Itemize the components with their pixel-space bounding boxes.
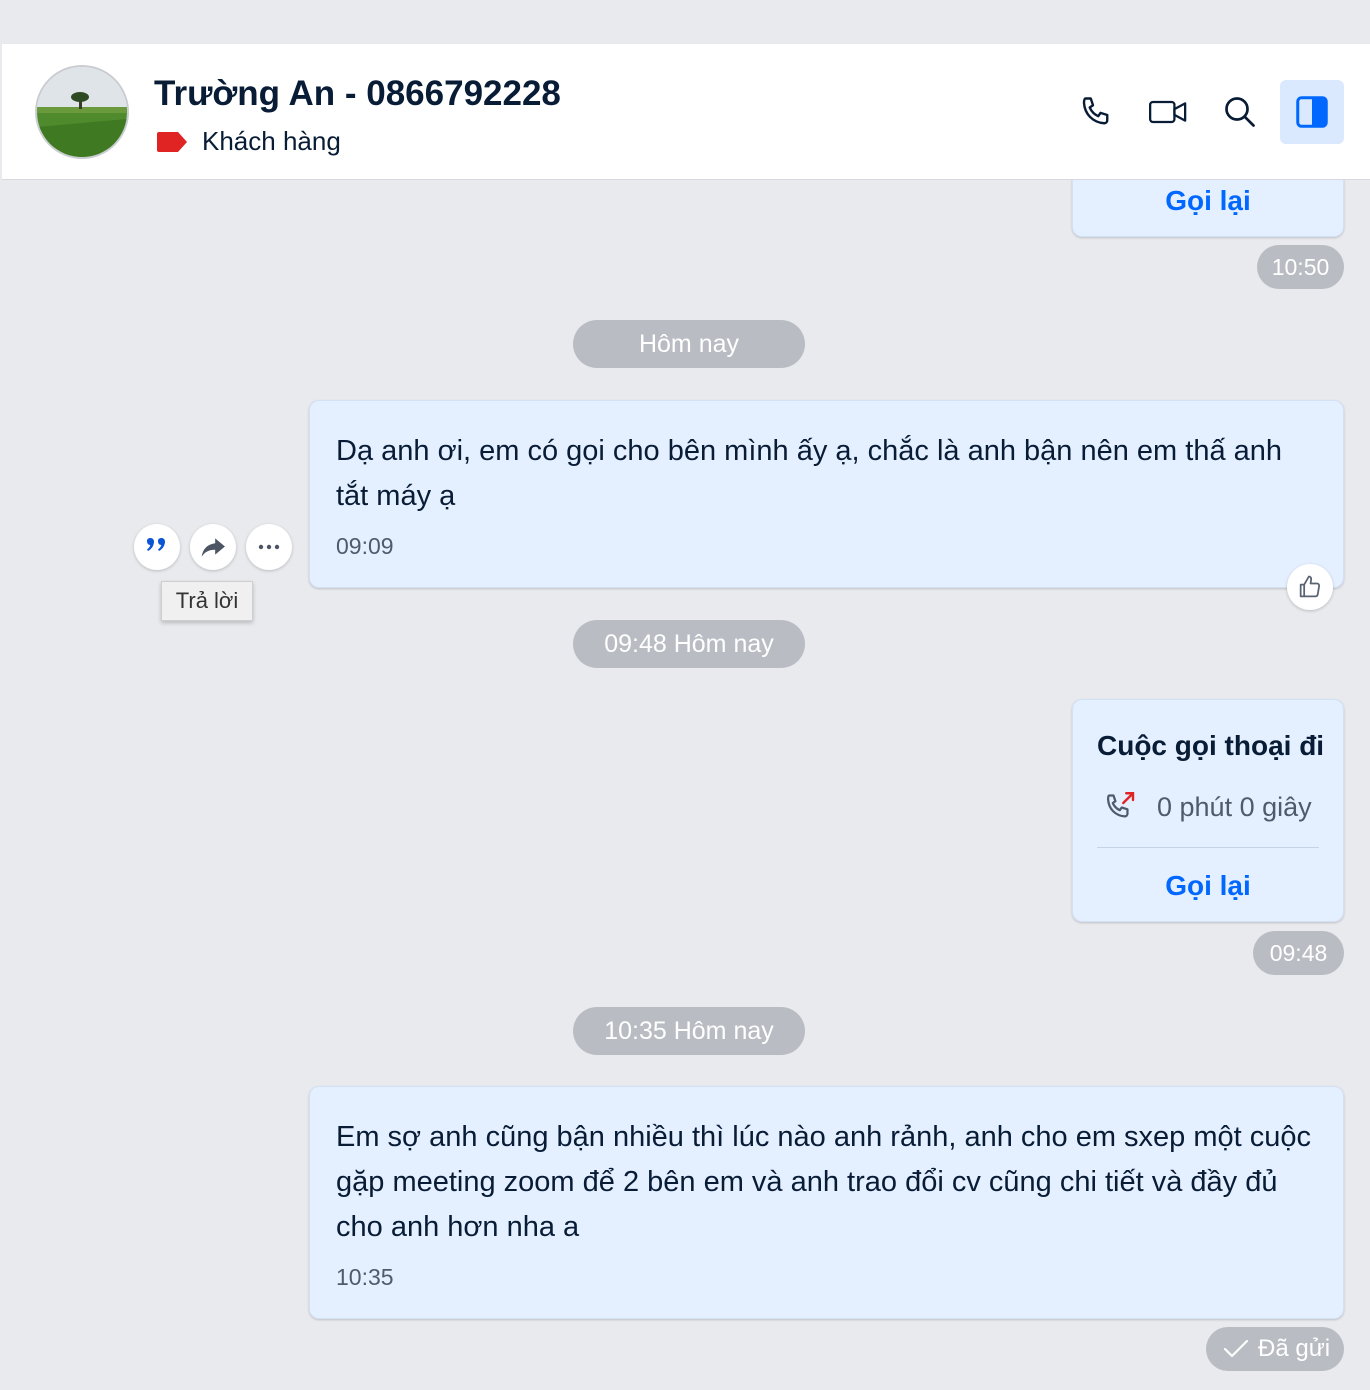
avatar[interactable]: [35, 65, 129, 159]
check-icon: [1223, 1339, 1249, 1358]
reply-button[interactable]: [134, 524, 180, 570]
date-divider-1035: 10:35 Hôm nay: [573, 1007, 805, 1055]
call-duration: 0 phút 0 giây: [1157, 792, 1312, 822]
call-title: Cuộc gọi thoại đi: [1097, 730, 1325, 761]
message-time-1: 09:09: [336, 533, 394, 559]
thumbs-up-icon: [1299, 575, 1321, 598]
sidebar-panel-icon[interactable]: [1280, 80, 1344, 144]
call-card-divider: [1097, 847, 1319, 848]
sent-status-badge: Đã gửi: [1206, 1327, 1344, 1371]
chat-header-cover: Trường An - 0866792228 Khách hàng: [2, 44, 1370, 180]
previous-call-time: 10:50: [1257, 245, 1344, 289]
previous-call-recall-link[interactable]: Gọi lại: [1073, 185, 1343, 217]
window-top-strip: [0, 0, 1370, 44]
call-recall-link[interactable]: Gọi lại: [1073, 870, 1343, 902]
date-divider-today: Hôm nay: [573, 320, 805, 368]
video-icon[interactable]: [1148, 92, 1188, 132]
forward-button[interactable]: [190, 524, 236, 570]
phone-icon[interactable]: [1076, 92, 1116, 132]
date-divider-0948: 09:48 Hôm nay: [573, 620, 805, 668]
quote-icon: [147, 538, 165, 551]
call-time: 09:48: [1253, 931, 1344, 975]
reply-tooltip: Trả lời: [161, 581, 253, 621]
message-time-2: 10:35: [336, 1264, 394, 1290]
more-dots-icon: [258, 544, 280, 550]
search-icon[interactable]: [1220, 92, 1260, 132]
outgoing-call-icon: [1106, 792, 1135, 818]
sent-status-label: Đã gửi: [1258, 1335, 1331, 1362]
forward-arrow-icon: [201, 538, 225, 557]
tag-icon: [157, 131, 187, 152]
more-options-button[interactable]: [246, 524, 292, 570]
message-text-2: Em sợ anh cũng bận nhiều thì lúc nào anh…: [336, 1121, 1312, 1243]
message-text-1: Dạ anh ơi, em có gọi cho bên mình ấy ạ, …: [336, 435, 1283, 512]
message-bubble-2[interactable]: Em sợ anh cũng bận nhiều thì lúc nào anh…: [309, 1086, 1344, 1319]
tag-label: Khách hàng: [202, 126, 341, 156]
contact-tag[interactable]: Khách hàng: [156, 126, 341, 157]
reaction-like-button[interactable]: [1287, 564, 1333, 610]
outgoing-call-card: Cuộc gọi thoại đi 0 phút 0 giây Gọi lại: [1072, 699, 1344, 922]
contact-name[interactable]: Trường An - 0866792228: [154, 74, 561, 114]
message-bubble-1[interactable]: Dạ anh ơi, em có gọi cho bên mình ấy ạ, …: [309, 400, 1344, 588]
